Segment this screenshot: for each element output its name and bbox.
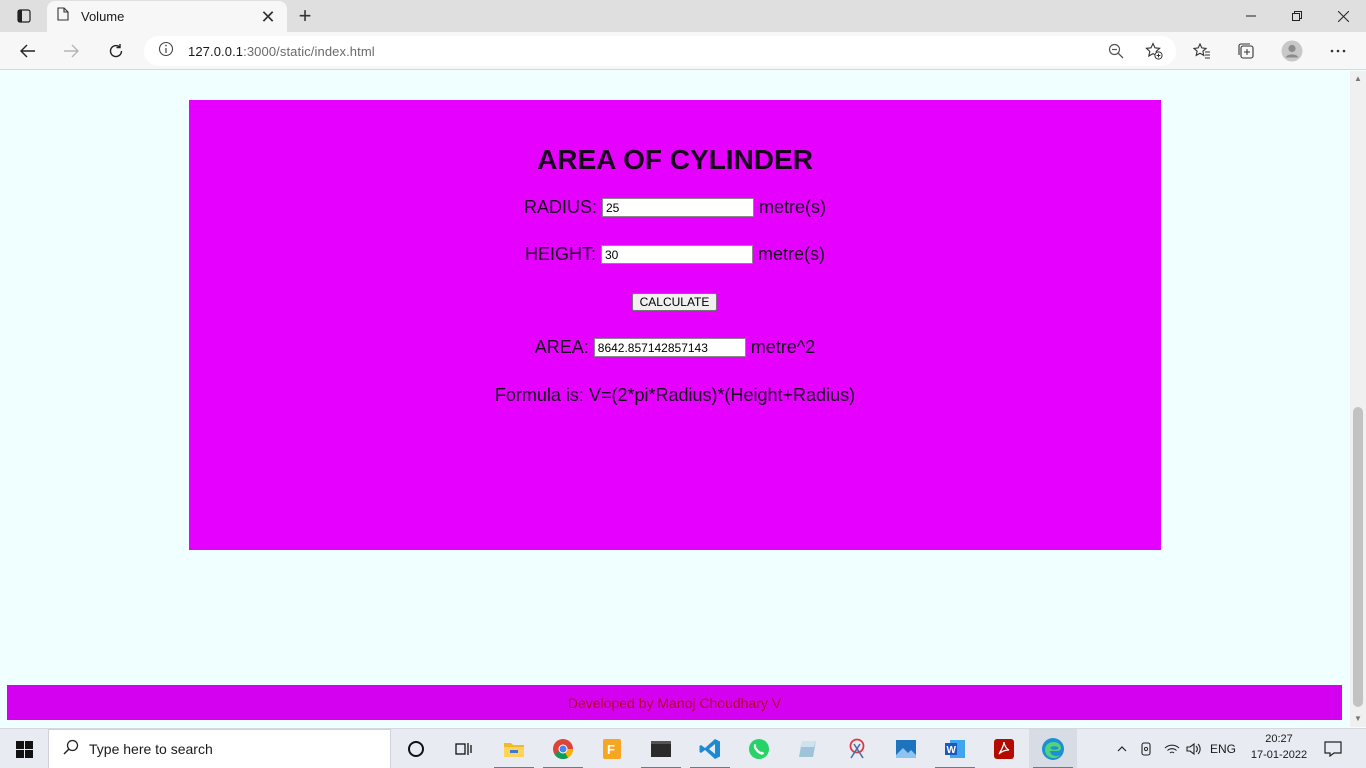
height-row: HEIGHT: metre(s)	[189, 244, 1161, 265]
whatsapp-icon[interactable]	[735, 729, 783, 768]
browser-toolbar: 127.0.0.1:3000/static/index.html	[0, 32, 1366, 70]
cortana-icon[interactable]	[392, 729, 440, 768]
tab-actions-icon[interactable]	[10, 4, 38, 28]
vscode-icon[interactable]	[686, 729, 734, 768]
edge-icon[interactable]	[1029, 729, 1077, 768]
acrobat-icon[interactable]	[980, 729, 1028, 768]
meet-now-icon[interactable]	[1138, 729, 1156, 768]
radius-label: RADIUS:	[523, 197, 597, 217]
window-controls	[1228, 0, 1366, 32]
area-unit: metre^2	[750, 337, 816, 357]
terminal-icon[interactable]	[637, 729, 685, 768]
zoom-icon[interactable]	[1106, 41, 1126, 61]
word-icon[interactable]: W	[931, 729, 979, 768]
more-menu-icon[interactable]	[1324, 37, 1352, 65]
url-host: 127.0.0.1	[188, 43, 244, 59]
url-text: 127.0.0.1:3000/static/index.html	[188, 44, 375, 59]
page-viewport: AREA OF CYLINDER RADIUS: metre(s) HEIGHT…	[0, 71, 1350, 727]
svg-text:W: W	[947, 745, 957, 756]
tab-volume[interactable]: Volume ✕	[47, 1, 287, 32]
back-arrow-icon[interactable]	[14, 37, 42, 65]
chrome-icon[interactable]	[539, 729, 587, 768]
address-bar[interactable]: 127.0.0.1:3000/static/index.html	[144, 36, 1176, 66]
forward-arrow-icon[interactable]	[57, 37, 85, 65]
photos-icon[interactable]	[882, 729, 930, 768]
profile-avatar-icon[interactable]	[1278, 37, 1306, 65]
search-placeholder: Type here to search	[89, 741, 213, 757]
clock[interactable]: 20:27 17-01-2022	[1250, 731, 1308, 763]
notifications-icon[interactable]	[1318, 729, 1348, 768]
height-unit: metre(s)	[758, 244, 825, 264]
taskbar: Type here to search F W ENG 20:27 17-01-…	[0, 728, 1366, 768]
snipping-tool-icon[interactable]	[833, 729, 881, 768]
scroll-thumb[interactable]	[1353, 407, 1363, 707]
page-icon	[57, 7, 69, 26]
tab-title: Volume	[81, 9, 125, 24]
new-tab-icon[interactable]: +	[292, 3, 318, 29]
url-path: :3000/static/index.html	[243, 43, 375, 59]
clock-time: 20:27	[1265, 733, 1293, 745]
radius-row: RADIUS: metre(s)	[189, 197, 1161, 218]
drive-app-icon[interactable]	[784, 729, 832, 768]
area-row: AREA: metre^2	[189, 337, 1161, 358]
page-footer: Developed by Manoj Choudhary V	[7, 685, 1342, 720]
vertical-scrollbar[interactable]: ▲ ▼	[1350, 71, 1366, 727]
search-icon	[63, 739, 79, 760]
restore-icon[interactable]	[1274, 0, 1320, 32]
footer-credit: Developed by Manoj Choudhary V	[567, 694, 782, 711]
taskbar-search[interactable]: Type here to search	[48, 729, 391, 768]
radius-input[interactable]	[602, 198, 754, 217]
formula-text: Formula is: V=(2*pi*Radius)*(Height+Radi…	[494, 385, 856, 405]
area-output[interactable]	[593, 338, 746, 357]
add-favorite-icon[interactable]	[1144, 41, 1164, 61]
show-hidden-icons-icon[interactable]	[1112, 729, 1132, 768]
minimize-icon[interactable]	[1228, 0, 1274, 32]
volume-icon[interactable]	[1184, 729, 1204, 768]
wifi-icon[interactable]	[1162, 729, 1182, 768]
tab-strip: Volume ✕ +	[0, 0, 1366, 32]
favorites-icon[interactable]	[1188, 37, 1216, 65]
height-input[interactable]	[601, 245, 753, 264]
clock-date: 17-01-2022	[1250, 749, 1308, 761]
site-info-icon[interactable]	[158, 41, 174, 62]
language-indicator[interactable]: ENG	[1208, 729, 1238, 768]
scroll-down-arrow-icon[interactable]: ▼	[1353, 714, 1363, 724]
page-title: AREA OF CYLINDER	[537, 144, 813, 175]
calculate-button[interactable]: CALCULATE	[632, 293, 717, 311]
task-view-icon[interactable]	[440, 729, 488, 768]
fusion-app-icon[interactable]: F	[588, 729, 636, 768]
svg-text:F: F	[607, 742, 615, 757]
scroll-up-arrow-icon[interactable]: ▲	[1353, 74, 1363, 84]
refresh-icon[interactable]	[102, 37, 130, 65]
windows-start-icon[interactable]	[0, 729, 48, 768]
area-label: AREA:	[534, 337, 589, 357]
file-explorer-icon[interactable]	[490, 729, 538, 768]
collections-icon[interactable]	[1232, 37, 1260, 65]
tab-close-icon[interactable]: ✕	[259, 8, 277, 26]
calculator-card: AREA OF CYLINDER RADIUS: metre(s) HEIGHT…	[189, 100, 1161, 550]
close-window-icon[interactable]	[1320, 0, 1366, 32]
radius-unit: metre(s)	[759, 197, 826, 217]
height-label: HEIGHT:	[524, 244, 596, 264]
